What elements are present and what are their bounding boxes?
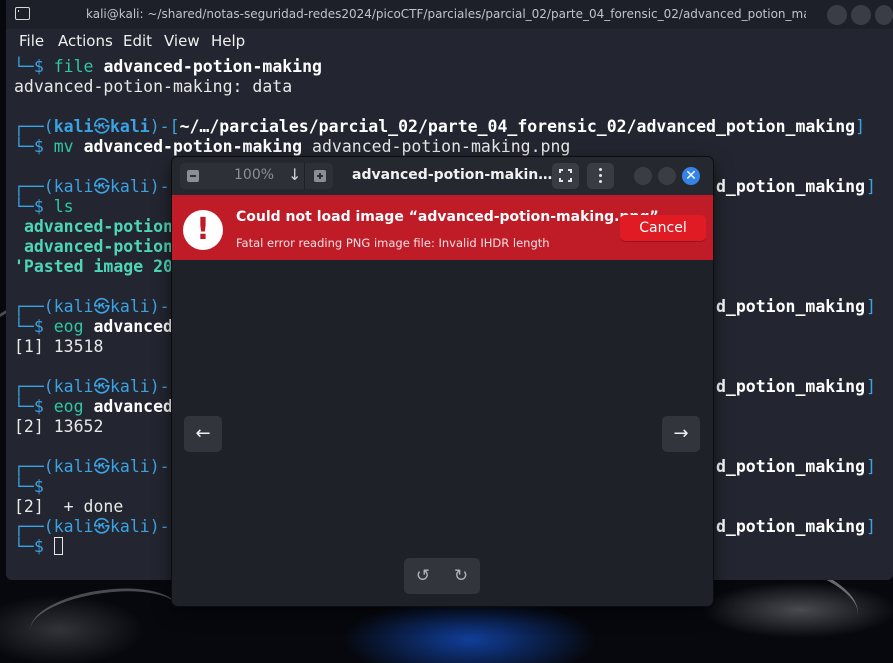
zoom-dropdown-icon[interactable]: ↓ [288,165,301,184]
terminal-cursor [53,537,63,555]
prompt-line: ┌──(kali㉿kali)-[~/…/parciales/parcial_02… [14,117,866,136]
terminal-line: advanced-potion-making: data [14,77,293,96]
previous-image-icon[interactable]: ← [184,416,222,452]
error-message: Fatal error reading PNG image file: Inva… [236,236,550,250]
close-icon[interactable]: ✕ [682,167,700,185]
rotate-controls: ↺ ↻ [404,558,480,594]
zoom-out-icon[interactable] [187,170,199,182]
zoom-value[interactable]: 100% [234,167,274,183]
error-title: Could not load image “advanced-potion-ma… [236,209,665,225]
menu-view[interactable]: View [164,32,200,50]
maximize-button[interactable] [658,167,676,185]
next-image-icon[interactable]: → [662,416,700,452]
terminal-menubar: File Actions Edit View Help [6,29,893,55]
close-button[interactable] [875,5,893,25]
terminal-line: └─$ mv advanced-potion-making advanced-p… [14,137,571,156]
fullscreen-button[interactable] [552,163,579,189]
zoom-separator [304,163,305,189]
wallpaper-streak [26,579,184,661]
terminal-title: kali@kali: ~/shared/notas-seguridad-rede… [86,7,806,21]
menu-help[interactable]: Help [211,32,245,50]
zoom-control[interactable]: 100% ↓ [180,163,333,189]
kebab-menu-icon [599,168,602,184]
minimize-button[interactable] [634,167,652,185]
zoom-in-icon[interactable] [314,170,326,182]
menu-file[interactable]: File [19,32,44,50]
viewer-title: advanced-potion-makin… [352,167,553,183]
viewer-headerbar[interactable]: 100% ↓ advanced-potion-makin… ✕ [172,157,713,195]
rotate-right-icon[interactable]: ↻ [442,558,480,594]
terminal-titlebar[interactable]: kali@kali: ~/shared/notas-seguridad-rede… [6,0,893,29]
menu-edit[interactable]: Edit [123,32,152,50]
image-viewer-window[interactable]: 100% ↓ advanced-potion-makin… ✕ ! Could … [172,157,713,606]
fullscreen-icon [559,169,572,182]
cancel-button[interactable]: Cancel [620,215,706,241]
error-infobar: ! Could not load image “advanced-potion-… [172,195,713,260]
menu-actions[interactable]: Actions [58,32,113,50]
error-icon: ! [183,210,223,250]
terminal-icon [15,7,30,20]
maximize-button[interactable] [851,5,871,25]
rotate-left-icon[interactable]: ↺ [404,558,442,594]
terminal-line: └─$ file advanced-potion-making [14,57,322,76]
menu-button[interactable] [587,163,614,189]
minimize-button[interactable] [827,5,847,25]
